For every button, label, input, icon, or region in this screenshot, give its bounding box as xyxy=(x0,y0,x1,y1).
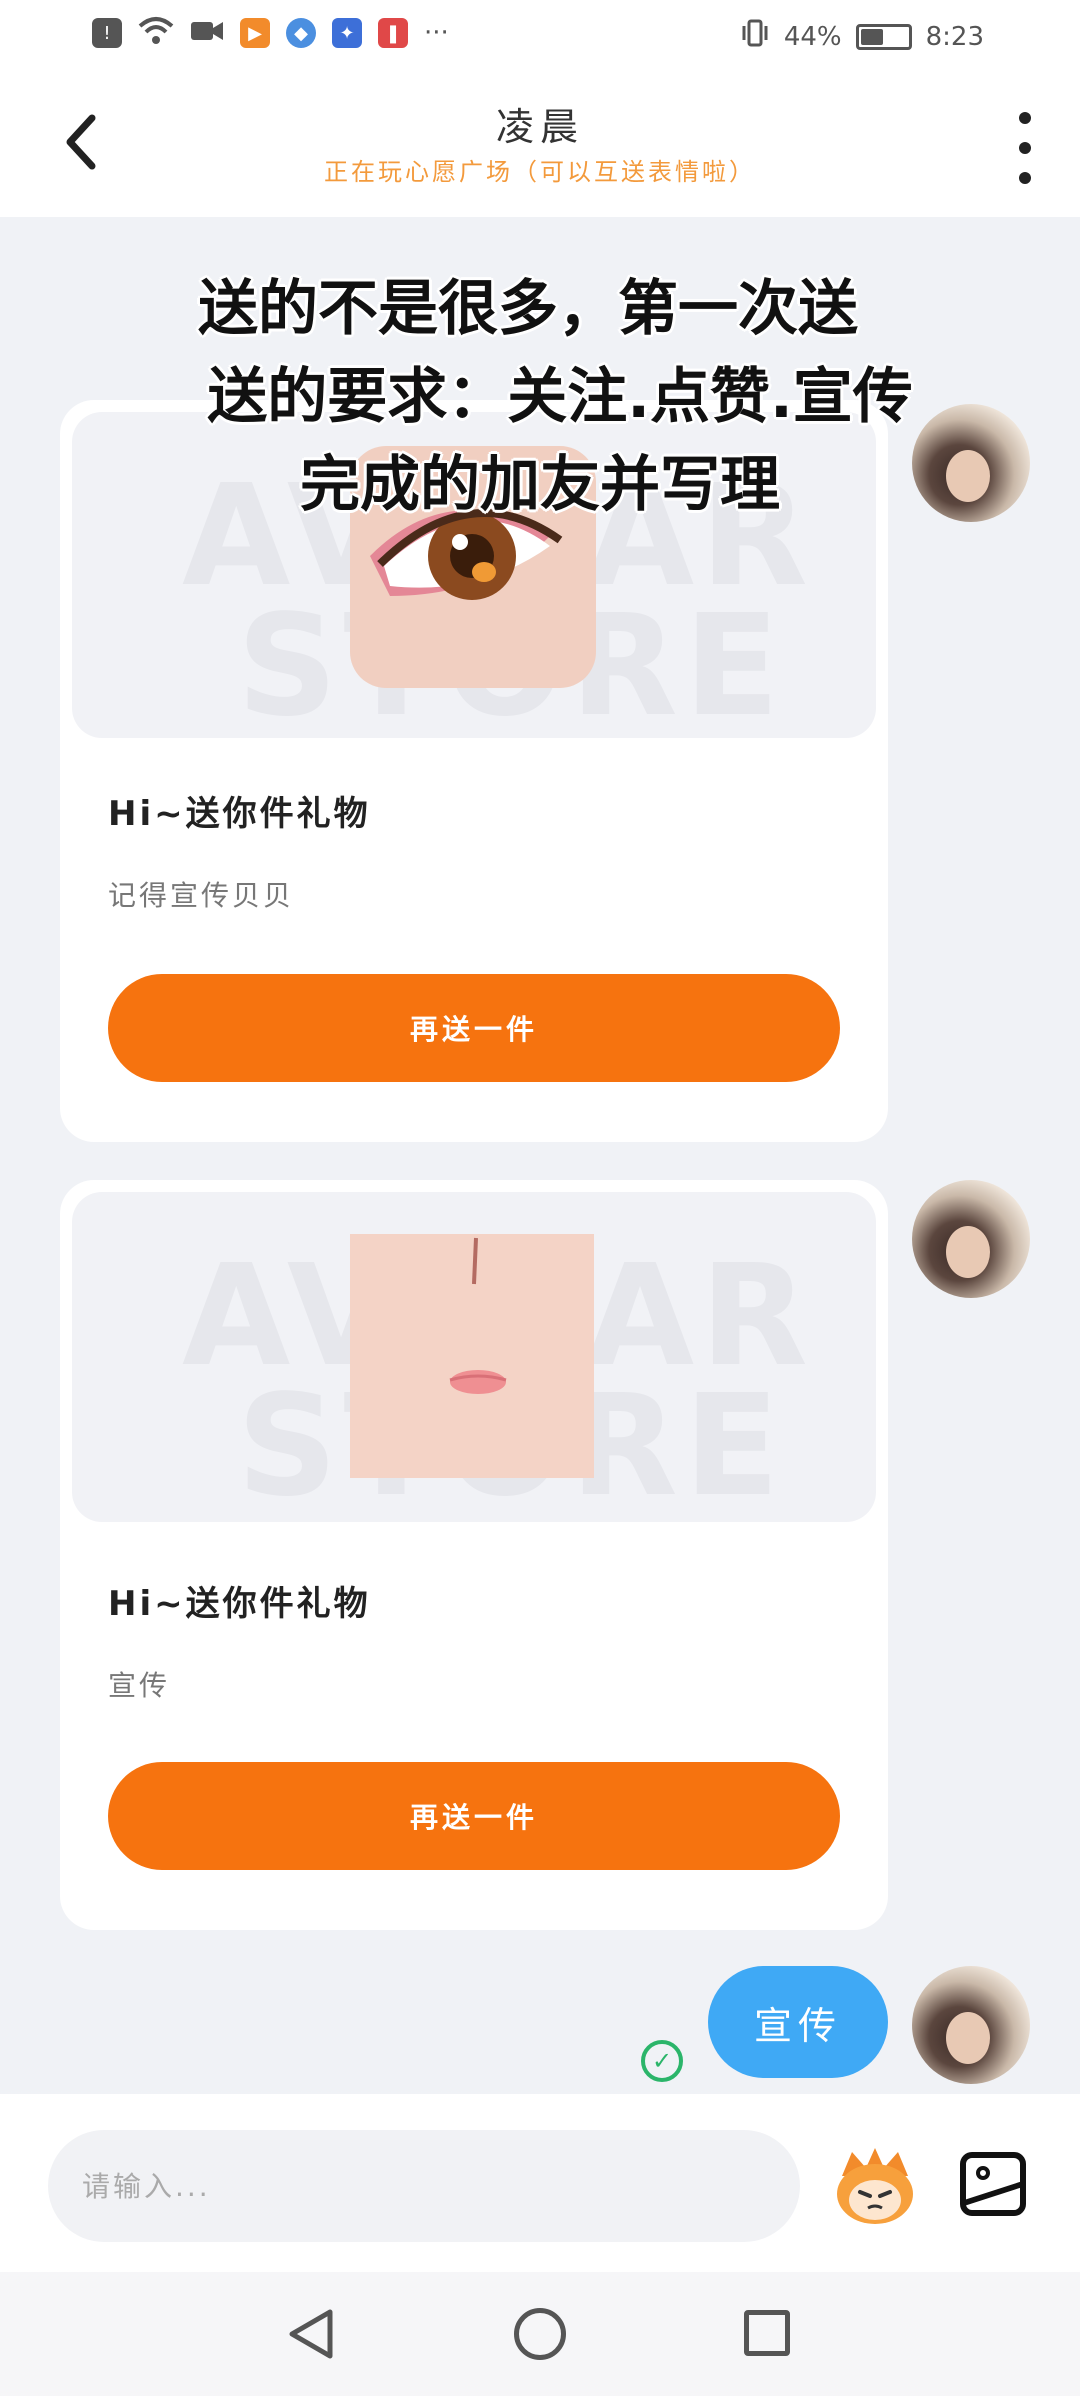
image-picker-button[interactable] xyxy=(960,2152,1026,2216)
nav-recents-button[interactable] xyxy=(744,2310,790,2356)
contact-status: 正在玩心愿广场（可以互送表情啦） xyxy=(324,158,756,186)
vibrate-icon xyxy=(740,18,770,55)
gift-message: 宣传 xyxy=(108,1669,171,1702)
battery-icon xyxy=(855,23,912,50)
more-options-button[interactable] xyxy=(1010,112,1040,184)
send-again-button[interactable]: 再送一件 xyxy=(108,974,840,1082)
nav-home-button[interactable] xyxy=(514,2308,566,2360)
status-bar: ! ▶ ◆ ✦ ❚ ··· 44% 8:23 xyxy=(0,0,1080,72)
message-input[interactable] xyxy=(48,2130,800,2242)
contact-name: 凌晨 xyxy=(495,105,584,149)
browser-app-icon: ◆ xyxy=(286,18,316,48)
battery-level xyxy=(860,28,883,45)
caption-line: 完成的加友并写理 xyxy=(300,450,780,520)
gift-lips-image xyxy=(350,1234,594,1478)
book-app-icon: ❚ xyxy=(378,18,408,48)
avatar[interactable] xyxy=(912,1966,1030,2084)
gift-title: Hi~送你件礼物 xyxy=(108,1584,371,1624)
game-app-icon: ✦ xyxy=(332,18,362,48)
system-indicators: 44% 8:23 xyxy=(740,18,984,55)
gift-title: Hi~送你件礼物 xyxy=(108,794,371,834)
more-notifications-icon: ··· xyxy=(424,18,449,48)
sticker-button[interactable] xyxy=(832,2146,918,2226)
message-bubble[interactable]: 宣传 xyxy=(708,1966,888,2078)
battery-percent: 44% xyxy=(783,21,842,52)
alert-icon: ! xyxy=(92,18,122,48)
sticker-icon xyxy=(837,2148,913,2224)
dot-icon xyxy=(1019,112,1031,124)
dot-icon xyxy=(1019,172,1031,184)
gift-message: 记得宣传贝贝 xyxy=(108,879,295,912)
input-bar xyxy=(0,2094,1080,2272)
check-circle-icon: ✓ xyxy=(641,2040,683,2082)
video-icon xyxy=(190,18,224,48)
play-app-icon: ▶ xyxy=(240,18,270,48)
image-icon xyxy=(976,2166,990,2180)
video-caption: 送的不是很多，第一次送 送的要求：关注.点赞.宣传 完成的加友并写理 xyxy=(0,265,1080,529)
avatar[interactable] xyxy=(912,1180,1030,1298)
nav-back-button[interactable] xyxy=(286,2308,336,2364)
notification-icons: ! ▶ ◆ ✦ ❚ ··· xyxy=(92,16,449,50)
system-nav-bar xyxy=(0,2272,1080,2396)
wifi-icon xyxy=(138,16,174,50)
triangle-back-icon xyxy=(289,2309,333,2359)
caption-line: 送的要求：关注.点赞.宣传 xyxy=(207,362,913,432)
dot-icon xyxy=(1019,142,1031,154)
caption-line: 送的不是很多，第一次送 xyxy=(198,274,858,344)
gift-image-area: AVATAR STORE xyxy=(72,1192,876,1522)
clock: 8:23 xyxy=(925,21,984,52)
gift-card: AVATAR STORE Hi~送你件礼物 宣传 再送一件 xyxy=(60,1180,888,1930)
chat-header: 凌晨 正在玩心愿广场（可以互送表情啦） xyxy=(0,72,1080,217)
send-again-button[interactable]: 再送一件 xyxy=(108,1762,840,1870)
